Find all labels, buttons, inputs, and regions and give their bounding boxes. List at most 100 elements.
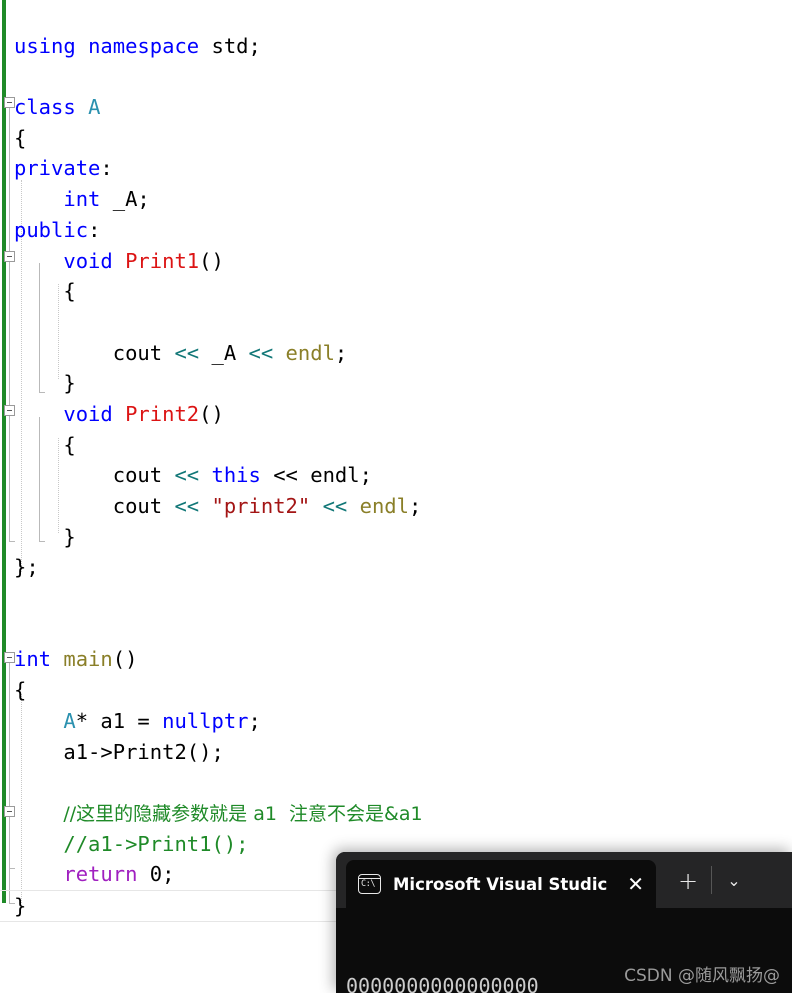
code-token: endl; <box>297 463 372 488</box>
code-token: * a1 = <box>75 708 163 733</box>
code-token: this <box>211 463 261 488</box>
code-line[interactable]: { <box>0 123 792 154</box>
code-line[interactable]: class A <box>0 92 792 123</box>
code-token: { <box>14 432 76 457</box>
code-line[interactable]: cout << this << endl; <box>0 460 792 491</box>
code-token: { <box>14 279 76 304</box>
code-line[interactable]: } <box>0 522 792 553</box>
terminal-tab[interactable]: C:\ Microsoft Visual Studic ✕ <box>346 860 656 908</box>
code-token: int <box>63 187 101 212</box>
code-token: A <box>88 95 101 120</box>
code-line[interactable] <box>0 0 792 31</box>
code-line[interactable]: void Print1() <box>0 246 792 277</box>
code-line[interactable]: int _A; <box>0 184 792 215</box>
code-token: Print1 <box>125 248 200 273</box>
code-line[interactable]: private: <box>0 153 792 184</box>
code-token: cout <box>14 340 175 365</box>
code-editor[interactable]: using namespace std; class A{private: in… <box>0 0 792 993</box>
code-line[interactable]: { <box>0 276 792 307</box>
code-token: nullptr <box>162 708 249 733</box>
code-token: main <box>63 647 113 672</box>
code-line[interactable] <box>0 583 792 614</box>
code-token: public <box>14 217 89 242</box>
code-token: }; <box>14 555 39 580</box>
code-token: int <box>14 647 52 672</box>
code-token: 0; <box>137 862 175 887</box>
code-token: private <box>14 156 101 181</box>
code-token: Print2 <box>125 401 200 426</box>
chevron-down-icon[interactable]: ⌄ <box>722 870 746 892</box>
code-token: "print2" <box>211 494 311 518</box>
code-token: _A <box>199 340 249 365</box>
code-token: << <box>174 494 200 518</box>
code-line[interactable] <box>0 61 792 92</box>
code-token: << <box>174 463 200 488</box>
code-token: ; <box>334 340 348 365</box>
code-line[interactable]: } <box>0 368 792 399</box>
code-line[interactable]: A* a1 = nullptr; <box>0 706 792 737</box>
code-line[interactable]: int main() <box>0 644 792 675</box>
code-token: } <box>14 893 27 918</box>
code-line[interactable]: }; <box>0 552 792 583</box>
code-token: cout <box>14 494 175 518</box>
toolbar-divider <box>711 866 712 894</box>
code-token: _A; <box>100 187 150 212</box>
new-tab-button[interactable]: + <box>676 869 700 893</box>
code-token: } <box>14 371 76 396</box>
code-token: using <box>14 33 76 58</box>
code-token: { <box>14 678 27 703</box>
code-token: << <box>273 463 298 488</box>
code-line[interactable]: using namespace std; <box>0 31 792 62</box>
code-token: () <box>199 401 224 426</box>
code-token: void <box>63 248 113 273</box>
code-line[interactable] <box>0 307 792 338</box>
code-token: endl <box>285 340 335 365</box>
code-token: endl <box>359 494 409 518</box>
code-token: () <box>112 647 138 672</box>
code-token: << <box>174 340 200 365</box>
code-token: () <box>199 248 224 273</box>
code-line[interactable] <box>0 614 792 645</box>
terminal-tab-title: Microsoft Visual Studic <box>393 874 608 894</box>
code-token: ; <box>248 708 261 733</box>
code-line[interactable]: cout << "print2" << endl; <box>0 491 792 522</box>
code-token: a1->Print2(); <box>14 739 224 764</box>
console-icon: C:\ <box>358 874 381 894</box>
code-line[interactable]: { <box>0 430 792 461</box>
console-icon-text: C:\ <box>361 879 376 889</box>
code-token: << <box>322 494 348 518</box>
terminal-window[interactable]: C:\ Microsoft Visual Studic ✕ + ⌄ 000000… <box>336 852 792 993</box>
code-token: << <box>248 340 274 365</box>
code-token: { <box>14 125 27 150</box>
code-token: A <box>63 708 76 733</box>
code-line[interactable]: public: <box>0 215 792 246</box>
terminal-titlebar[interactable]: C:\ Microsoft Visual Studic ✕ + ⌄ <box>336 852 792 908</box>
code-line[interactable]: { <box>0 675 792 706</box>
csdn-watermark: CSDN @随风飘扬@ <box>624 966 780 986</box>
code-line[interactable]: void Print2() <box>0 399 792 430</box>
code-token: //这里的隐藏参数就是 a1 注意不会是&a1 <box>63 802 423 825</box>
code-token: : <box>100 156 113 181</box>
close-icon[interactable]: ✕ <box>627 874 644 894</box>
code-line[interactable]: a1->Print2(); <box>0 737 792 768</box>
code-token: std; <box>199 33 261 58</box>
code-line[interactable]: //这里的隐藏参数就是 a1 注意不会是&a1 <box>0 798 792 829</box>
code-line[interactable]: cout << _A << endl; <box>0 338 792 369</box>
code-text[interactable]: using namespace std; class A{private: in… <box>0 0 792 922</box>
code-line[interactable] <box>0 767 792 798</box>
